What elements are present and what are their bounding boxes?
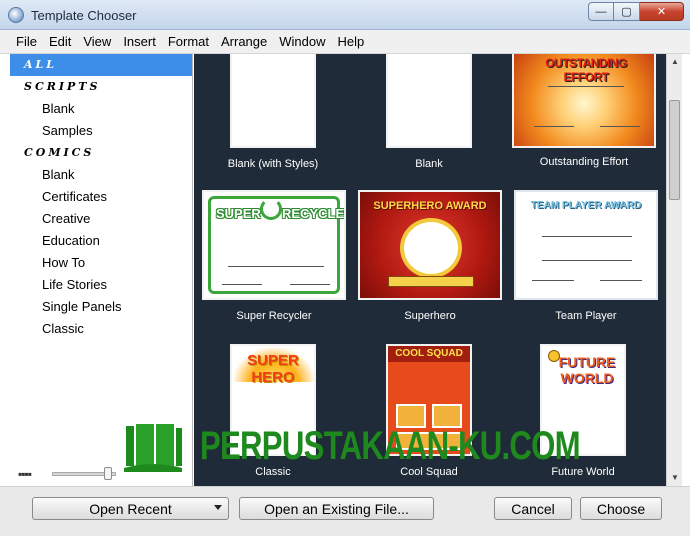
template-thumbnail[interactable]: TEAM PLAYER AWARD (514, 190, 658, 300)
recycle-icon (260, 198, 282, 220)
certificate-line (548, 86, 624, 87)
menu-bar: File Edit View Insert Format Arrange Win… (0, 30, 690, 54)
sidebar-item-single-panels[interactable]: Single Panels (10, 296, 192, 318)
menu-edit[interactable]: Edit (43, 34, 77, 49)
template-thumbnail[interactable] (386, 54, 472, 148)
certificate-line (228, 266, 324, 267)
choose-button[interactable]: Choose (580, 497, 662, 520)
art-title: TEAM PLAYER AWARD (530, 200, 642, 211)
sidebar-item-creative[interactable]: Creative (10, 208, 192, 230)
certificate-line (600, 126, 640, 127)
minimize-button[interactable]: — (588, 2, 614, 21)
scroll-down-icon[interactable]: ▼ (670, 473, 680, 483)
certificate-line (222, 284, 262, 285)
menu-view[interactable]: View (77, 34, 117, 49)
certificate-line (532, 280, 574, 281)
sidebar-item-education[interactable]: Education (10, 230, 192, 252)
sidebar-header-comics[interactable]: COMICS (10, 142, 192, 164)
art-title-recycler: RECYCLER (282, 206, 345, 221)
menu-file[interactable]: File (10, 34, 43, 49)
art-title: OUTSTANDING EFFORT (545, 56, 627, 84)
certificate-line (290, 284, 330, 285)
template-caption: Blank (415, 158, 443, 170)
art-title: COOL SQUAD (395, 348, 463, 359)
art-title: SUPERHERO AWARD (373, 200, 487, 212)
watermark: PERPUSTAKAAN-KU.COM (122, 420, 581, 482)
certificate-line (542, 260, 632, 261)
art-title-super: SUPER (216, 206, 261, 221)
window-title: Template Chooser (31, 8, 137, 23)
close-button[interactable]: ✕ (640, 2, 684, 21)
template-thumbnail[interactable]: SUPERHERO AWARD (358, 190, 502, 300)
template-caption: Superhero (404, 310, 456, 322)
template-caption: Super Recycler (236, 310, 312, 322)
maximize-button[interactable]: ▢ (614, 2, 640, 21)
scrollbar-thumb[interactable] (669, 100, 680, 200)
certificate-line (542, 236, 632, 237)
sidebar-item-all[interactable]: ALL (10, 54, 192, 76)
title-bar: Template Chooser — ▢ ✕ (0, 0, 690, 30)
certificate-line (600, 280, 642, 281)
template-caption: Outstanding Effort (539, 156, 629, 168)
sidebar-item-scripts-blank[interactable]: Blank (10, 98, 192, 120)
template-thumbnail[interactable]: SUPER RECYCLER (202, 190, 346, 300)
cancel-button[interactable]: Cancel (494, 497, 572, 520)
sidebar-item-life-stories[interactable]: Life Stories (10, 274, 192, 296)
award-medallion (400, 218, 462, 278)
sidebar-item-certificates[interactable]: Certificates (10, 186, 192, 208)
menu-insert[interactable]: Insert (117, 34, 162, 49)
template-caption: Blank (with Styles) (227, 158, 319, 170)
template-thumbnail[interactable] (230, 54, 316, 148)
open-recent-label: Open Recent (89, 500, 172, 517)
sidebar-item-comics-blank[interactable]: Blank (10, 164, 192, 186)
grid-scrollbar[interactable]: ▲ ▼ (666, 54, 682, 486)
scroll-up-icon[interactable]: ▲ (670, 57, 680, 67)
sidebar-item-classic[interactable]: Classic (10, 318, 192, 340)
open-existing-file-button[interactable]: Open an Existing File... (239, 497, 434, 520)
watermark-text: PERPUSTAKAAN-KU.COM (200, 424, 581, 468)
menu-format[interactable]: Format (162, 34, 215, 49)
menu-help[interactable]: Help (332, 34, 371, 49)
dropdown-caret-icon (214, 505, 222, 510)
art-title: SUPER HERO (247, 352, 299, 386)
grid-size-icon[interactable]: ▪▪▪▪ (18, 468, 32, 480)
art-title: FUTURE WORLD (558, 354, 616, 386)
menu-arrange[interactable]: Arrange (215, 34, 273, 49)
open-recent-button[interactable]: Open Recent (32, 497, 229, 520)
zoom-slider-thumb[interactable] (104, 467, 112, 480)
open-book-icon (124, 424, 182, 472)
sidebar-item-how-to[interactable]: How To (10, 252, 192, 274)
app-icon (8, 7, 24, 23)
sidebar-header-scripts[interactable]: SCRIPTS (10, 76, 192, 98)
menu-window[interactable]: Window (273, 34, 331, 49)
footer-bar: Open Recent Open an Existing File... Can… (0, 486, 690, 536)
template-caption: Team Player (555, 310, 617, 322)
window-controls: — ▢ ✕ (588, 2, 684, 21)
template-thumbnail[interactable]: OUTSTANDING EFFORT (512, 54, 656, 148)
name-banner (388, 276, 474, 287)
certificate-line (534, 126, 574, 127)
sidebar-item-samples[interactable]: Samples (10, 120, 192, 142)
